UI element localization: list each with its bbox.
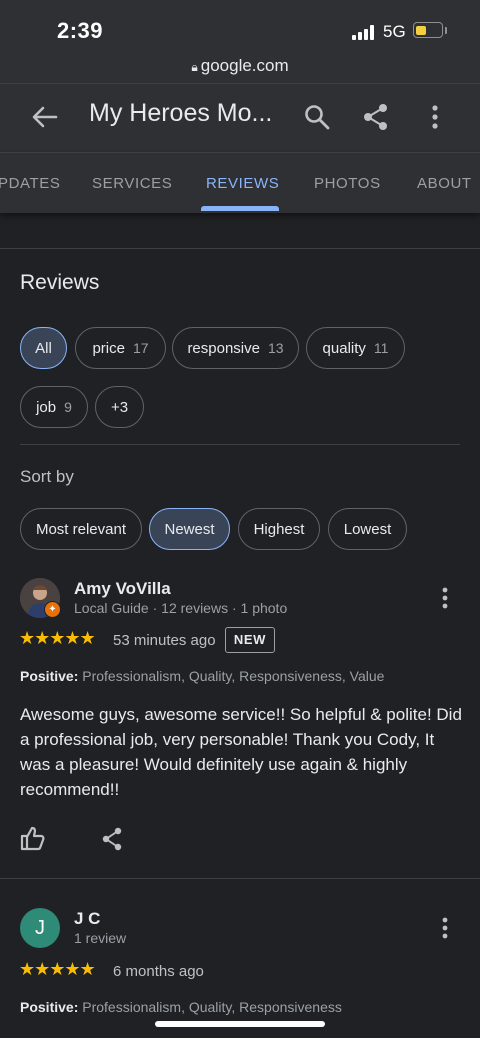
- url-bar[interactable]: 🔒︎ google.com: [0, 56, 480, 76]
- lock-icon: 🔒︎: [191, 60, 198, 74]
- review-text: Awesome guys, awesome service!! So helpf…: [20, 705, 462, 799]
- chip-count: 9: [64, 399, 72, 415]
- signal-icon: [352, 25, 376, 40]
- chip-count: 17: [132, 340, 149, 356]
- tab-services[interactable]: SERVICES: [92, 175, 172, 192]
- more-vert-icon[interactable]: [440, 917, 450, 939]
- share-icon[interactable]: [362, 103, 390, 131]
- search-icon[interactable]: [303, 103, 331, 131]
- local-guide-badge-icon: ✦: [44, 601, 61, 618]
- positive-label: Positive:: [20, 999, 79, 1015]
- reviewer-meta: 1 review: [74, 930, 127, 946]
- sort-option-label: Newest: [164, 520, 215, 538]
- reviewer-name[interactable]: Amy VoVilla: [74, 579, 171, 599]
- reviews-heading: Reviews: [20, 271, 100, 294]
- chip-price[interactable]: price 17: [75, 327, 166, 369]
- thumb-up-icon[interactable]: [20, 825, 46, 851]
- positive-attributes: Positive: Professionalism, Quality, Resp…: [20, 999, 342, 1015]
- chip-quality[interactable]: quality 11: [306, 327, 405, 369]
- sort-option-label: Lowest: [343, 520, 392, 538]
- chip-count: 11: [373, 340, 389, 356]
- positive-attributes: Positive: Professionalism, Quality, Resp…: [20, 668, 384, 684]
- star-rating: ★★★★★: [19, 628, 96, 648]
- tab-updates[interactable]: PDATES: [0, 175, 61, 192]
- more-vert-icon[interactable]: [423, 104, 447, 130]
- divider: [0, 248, 480, 249]
- home-indicator[interactable]: [155, 1021, 325, 1027]
- tab-about[interactable]: ABOUT: [417, 175, 472, 192]
- chip-all[interactable]: All: [20, 327, 67, 369]
- chip-label: quality: [322, 339, 366, 357]
- star-rating: ★★★★★: [19, 959, 96, 979]
- positive-label: Positive:: [20, 668, 79, 684]
- reviewer-name[interactable]: J C: [74, 909, 100, 929]
- positive-values: Professionalism, Quality, Responsiveness…: [82, 668, 385, 684]
- chip-label: +3: [110, 398, 129, 416]
- sort-option-label: Most relevant: [35, 520, 127, 538]
- chip-job[interactable]: job 9: [20, 386, 88, 428]
- sort-highest[interactable]: Highest: [238, 508, 320, 550]
- new-badge: NEW: [225, 627, 275, 653]
- sort-most-relevant[interactable]: Most relevant: [20, 508, 142, 550]
- review-time: 53 minutes ago: [113, 632, 216, 649]
- battery-level: [416, 26, 426, 35]
- tab-photos[interactable]: PHOTOS: [314, 175, 381, 192]
- page-title: My Heroes Mo...: [89, 99, 273, 127]
- back-arrow-icon[interactable]: [30, 104, 60, 130]
- chip-count: 13: [267, 340, 284, 356]
- tab-reviews[interactable]: REVIEWS: [206, 175, 279, 192]
- sort-lowest[interactable]: Lowest: [328, 508, 407, 550]
- chip-label: responsive: [187, 339, 260, 357]
- share-icon[interactable]: [101, 827, 123, 851]
- active-tab-indicator: [201, 206, 279, 211]
- url-text: google.com: [200, 56, 289, 75]
- battery-nub: [445, 27, 447, 34]
- chip-responsive[interactable]: responsive 13: [172, 327, 299, 369]
- sort-by-label: Sort by: [20, 467, 74, 486]
- review-time: 6 months ago: [113, 963, 204, 980]
- network-type: 5G: [383, 22, 406, 41]
- divider: [0, 878, 480, 879]
- chip-label: price: [92, 339, 125, 357]
- chip-label: All: [35, 339, 52, 357]
- status-time: 2:39: [57, 18, 104, 43]
- reviewer-meta: Local Guide · 12 reviews · 1 photo: [74, 600, 288, 616]
- divider: [20, 444, 460, 445]
- avatar[interactable]: J: [20, 908, 60, 948]
- chip-label: job: [36, 398, 57, 416]
- sort-newest[interactable]: Newest: [149, 508, 230, 550]
- chip-more[interactable]: +3: [95, 386, 144, 428]
- sort-option-label: Highest: [253, 520, 305, 538]
- positive-values: Professionalism, Quality, Responsiveness: [82, 999, 342, 1015]
- more-vert-icon[interactable]: [440, 587, 450, 609]
